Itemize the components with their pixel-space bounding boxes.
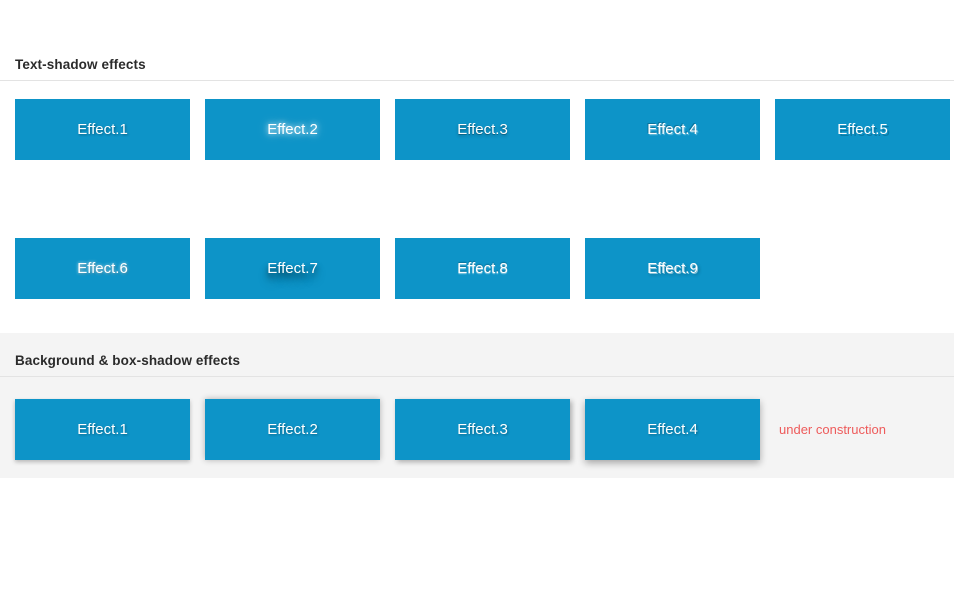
effect-box-label: Effect.1 — [77, 421, 128, 439]
effect-box-bg-3[interactable]: Effect.3 — [395, 399, 570, 461]
effect-box-bg-4[interactable]: Effect.4 — [585, 399, 760, 461]
gray-section-top-spacer — [0, 333, 954, 353]
text-shadow-row-1: Effect.1 Effect.2 Effect.3 Effect.4 Effe… — [0, 99, 954, 161]
effect-box-label: Effect.2 — [267, 421, 318, 439]
effect-box-text-3[interactable]: Effect.3 — [395, 99, 570, 161]
row-spacer — [0, 160, 954, 238]
effect-box-label: Effect.8 — [457, 260, 508, 278]
top-spacer — [0, 0, 954, 57]
effect-box-text-1[interactable]: Effect.1 — [15, 99, 190, 161]
effect-box-text-5[interactable]: Effect.5 — [775, 99, 950, 161]
effect-box-label: Effect.4 — [647, 421, 698, 439]
section-text-shadow: Text-shadow effects Effect.1 Effect.2 Ef… — [0, 57, 954, 300]
effect-box-label: Effect.1 — [77, 121, 128, 139]
effect-box-bg-1[interactable]: Effect.1 — [15, 399, 190, 461]
gray-heading-row-spacer — [0, 377, 954, 399]
effect-box-label: Effect.4 — [647, 121, 698, 139]
section-heading-text-shadow: Text-shadow effects — [0, 57, 954, 82]
under-construction-note: under construction — [779, 422, 886, 438]
effect-box-label: Effect.2 — [267, 121, 318, 139]
effect-box-bg-2[interactable]: Effect.2 — [205, 399, 380, 461]
section-heading-background-box-shadow: Background & box-shadow effects — [0, 353, 954, 378]
effect-box-label: Effect.9 — [647, 260, 698, 278]
effect-box-text-6[interactable]: Effect.6 — [15, 238, 190, 300]
effect-box-text-4[interactable]: Effect.4 — [585, 99, 760, 161]
effect-box-text-9[interactable]: Effect.9 — [585, 238, 760, 300]
section-background-box-shadow: Background & box-shadow effects Effect.1… — [0, 333, 954, 479]
effect-box-label: Effect.5 — [837, 121, 888, 139]
effect-box-label: Effect.3 — [457, 421, 508, 439]
effect-box-text-7[interactable]: Effect.7 — [205, 238, 380, 300]
effect-box-label: Effect.7 — [267, 260, 318, 278]
heading-row-spacer — [0, 81, 954, 99]
page-root: Text-shadow effects Effect.1 Effect.2 Ef… — [0, 0, 954, 600]
gray-section-bottom-spacer — [0, 460, 954, 478]
effect-box-label: Effect.3 — [457, 121, 508, 139]
text-shadow-row-2: Effect.6 Effect.7 Effect.8 Effect.9 — [0, 238, 954, 300]
effect-box-label: Effect.6 — [77, 260, 128, 278]
effect-box-text-2[interactable]: Effect.2 — [205, 99, 380, 161]
effect-box-text-8[interactable]: Effect.8 — [395, 238, 570, 300]
box-shadow-row-1: Effect.1 Effect.2 Effect.3 Effect.4 unde… — [0, 399, 954, 461]
